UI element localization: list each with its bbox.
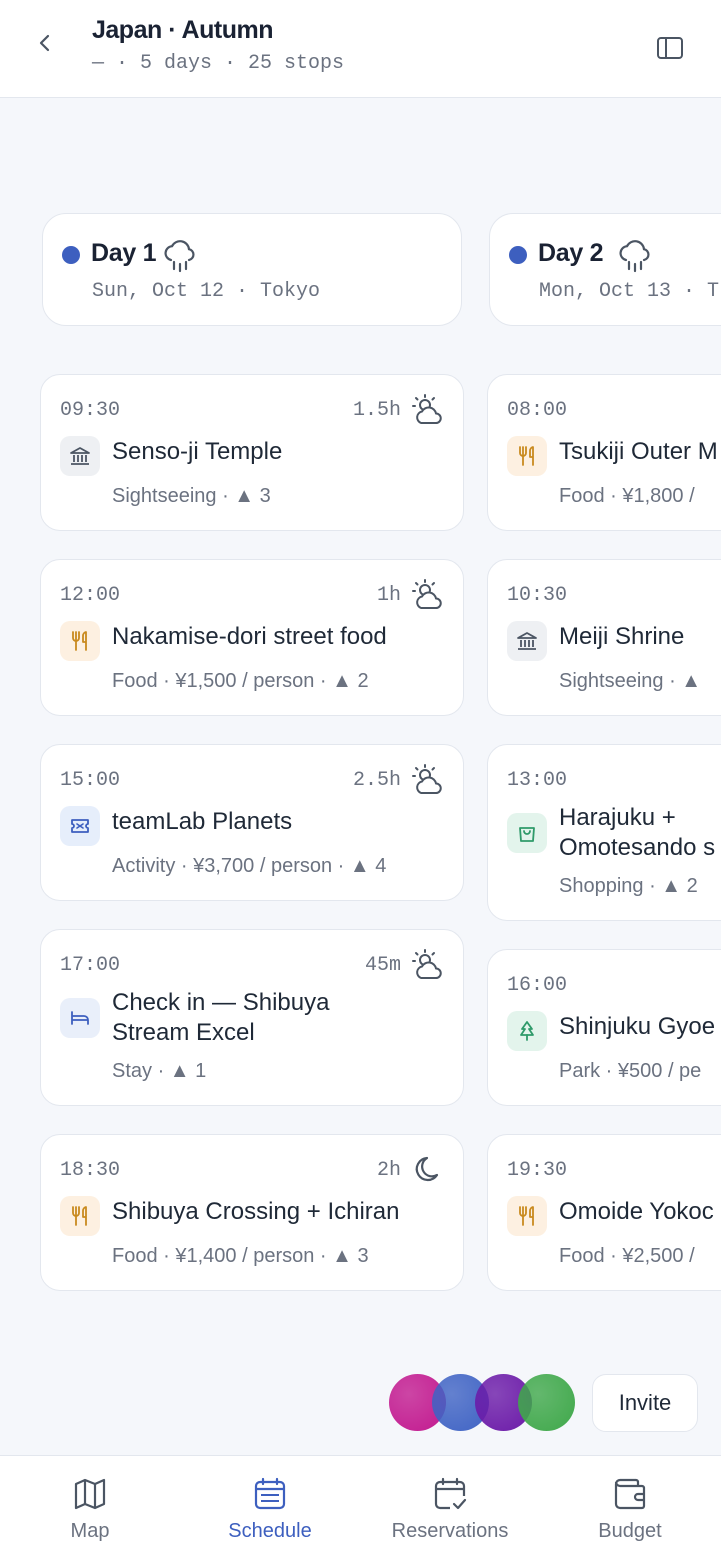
stop-duration: 1h xyxy=(376,584,401,607)
stop-card[interactable]: 17:00 45m Check in — Shibuya Stream Exce… xyxy=(40,929,464,1106)
partly-cloudy-icon xyxy=(412,764,442,794)
stop-meta: Food · ¥1,400 / person · ▲ 3 xyxy=(112,1245,369,1267)
stop-meta: Food · ¥2,500 / xyxy=(559,1245,695,1267)
stop-name: Senso-ji Temple xyxy=(112,438,283,465)
utensils-icon xyxy=(507,1196,547,1236)
stop-time: 18:30 xyxy=(60,1159,121,1182)
chevron-left-icon xyxy=(39,34,50,52)
landmark-icon xyxy=(507,621,547,661)
stop-card[interactable]: 16:00 Shinjuku Gyoe Park · ¥500 / pe xyxy=(487,949,721,1106)
ticket-icon xyxy=(60,806,100,846)
stop-duration: 45m xyxy=(364,954,401,977)
stop-meta: Stay · ▲ 1 xyxy=(112,1060,207,1082)
stop-card[interactable]: 13:00 Harajuku + Omotesando s Shopping ·… xyxy=(487,744,721,921)
stop-duration: 2.5h xyxy=(352,769,401,792)
stop-duration: 1.5h xyxy=(352,399,401,422)
stop-time: 13:00 xyxy=(507,769,568,792)
nav-reservations[interactable]: Reservations xyxy=(360,1456,540,1560)
partly-cloudy-icon xyxy=(412,579,442,609)
stop-card[interactable]: 09:30 1.5h Senso-ji Temple Sightseeing ·… xyxy=(40,374,464,531)
invite-button[interactable]: Invite xyxy=(592,1374,698,1432)
nav-schedule[interactable]: Schedule xyxy=(180,1456,360,1560)
stop-name: Meiji Shrine xyxy=(559,623,685,650)
nav-label: Budget xyxy=(598,1520,662,1542)
stop-card[interactable]: 19:30 Omoide Yokoc Food · ¥2,500 / xyxy=(487,1134,721,1291)
calendar-icon xyxy=(254,1477,286,1510)
stop-time: 16:00 xyxy=(507,974,568,997)
stop-name-line-2: Omotesando s xyxy=(559,834,716,861)
nav-map[interactable]: Map xyxy=(0,1456,180,1560)
nav-label: Reservations xyxy=(391,1520,509,1542)
day-subtitle: Sun, Oct 12 · Tokyo xyxy=(92,280,321,303)
stop-time: 17:00 xyxy=(60,954,121,977)
nav-label: Schedule xyxy=(228,1520,312,1542)
utensils-icon xyxy=(60,1196,100,1236)
bottom-navigation: Map Schedule Reservations Budget xyxy=(0,1455,721,1560)
avatar xyxy=(518,1374,575,1431)
stop-card[interactable]: 15:00 2.5h teamLab Planets Activity · ¥3… xyxy=(40,744,464,901)
partly-cloudy-icon xyxy=(412,949,442,979)
day-title: Day 1 xyxy=(91,239,157,267)
stop-duration: 2h xyxy=(376,1159,401,1182)
day-subtitle: Mon, Oct 13 · T xyxy=(539,280,720,303)
trip-subtitle: — · 5 days · 25 stops xyxy=(92,52,345,75)
day-color-dot xyxy=(62,246,80,264)
stop-card[interactable]: 12:00 1h Nakamise-dori street food Food … xyxy=(40,559,464,716)
utensils-icon xyxy=(507,436,547,476)
stop-name: Omoide Yokoc xyxy=(559,1198,714,1225)
trip-title: Japan · Autumn xyxy=(92,16,273,44)
stop-name: teamLab Planets xyxy=(112,808,293,835)
stop-name: Shinjuku Gyoe xyxy=(559,1013,716,1040)
back-button[interactable] xyxy=(28,26,62,60)
stop-time: 08:00 xyxy=(507,399,568,422)
stop-name: Check in — Shibuya xyxy=(112,989,330,1016)
stop-name-line-2: Stream Excel xyxy=(112,1019,255,1046)
stop-meta: Activity · ¥3,700 / person · ▲ 4 xyxy=(112,855,387,877)
stop-time: 10:30 xyxy=(507,584,568,607)
day-column-2: Day 2 Mon, Oct 13 · T 08:00 Tsukiji Oute… xyxy=(487,0,721,1300)
moon-icon xyxy=(415,1156,439,1182)
nav-budget[interactable]: Budget xyxy=(540,1456,720,1560)
stop-time: 09:30 xyxy=(60,399,121,422)
stop-time: 15:00 xyxy=(60,769,121,792)
stop-name: Nakamise-dori street food xyxy=(112,623,387,650)
rain-icon xyxy=(619,240,650,273)
wallet-icon xyxy=(614,1478,646,1510)
stop-meta: Food · ¥1,500 / person · ▲ 2 xyxy=(112,670,369,692)
stop-meta: Shopping · ▲ 2 xyxy=(559,875,698,897)
map-icon xyxy=(74,1478,106,1510)
stop-meta: Sightseeing · ▲ xyxy=(559,670,702,692)
stop-meta: Park · ¥500 / pe xyxy=(559,1060,702,1082)
shopping-bag-icon xyxy=(507,813,547,853)
stop-name: Tsukiji Outer M xyxy=(559,438,718,465)
collaborator-avatars[interactable] xyxy=(389,1374,575,1432)
stop-card[interactable]: 10:30 Meiji Shrine Sightseeing · ▲ xyxy=(487,559,721,716)
landmark-icon xyxy=(60,436,100,476)
stop-time: 19:30 xyxy=(507,1159,568,1182)
stop-meta: Food · ¥1,800 / xyxy=(559,485,695,507)
tree-icon xyxy=(507,1011,547,1051)
stop-name: Harajuku + xyxy=(559,804,676,831)
rain-icon xyxy=(164,240,195,273)
partly-cloudy-icon xyxy=(412,394,442,424)
calendar-check-icon xyxy=(434,1477,467,1510)
day-title: Day 2 xyxy=(538,239,604,267)
stop-name: Shibuya Crossing + Ichiran xyxy=(112,1198,400,1225)
stop-card[interactable]: 08:00 Tsukiji Outer M Food · ¥1,800 / xyxy=(487,374,721,531)
stop-meta: Sightseeing · ▲ 3 xyxy=(112,485,271,507)
day-color-dot xyxy=(509,246,527,264)
bed-icon xyxy=(60,998,100,1038)
day-header-card[interactable]: Day 2 Mon, Oct 13 · T xyxy=(489,213,721,326)
day-header-card[interactable]: Day 1 Sun, Oct 12 · Tokyo xyxy=(42,213,462,326)
utensils-icon xyxy=(60,621,100,661)
stop-card[interactable]: 18:30 2h Shibuya Crossing + Ichiran Food… xyxy=(40,1134,464,1291)
nav-label: Map xyxy=(70,1520,110,1542)
stop-time: 12:00 xyxy=(60,584,121,607)
